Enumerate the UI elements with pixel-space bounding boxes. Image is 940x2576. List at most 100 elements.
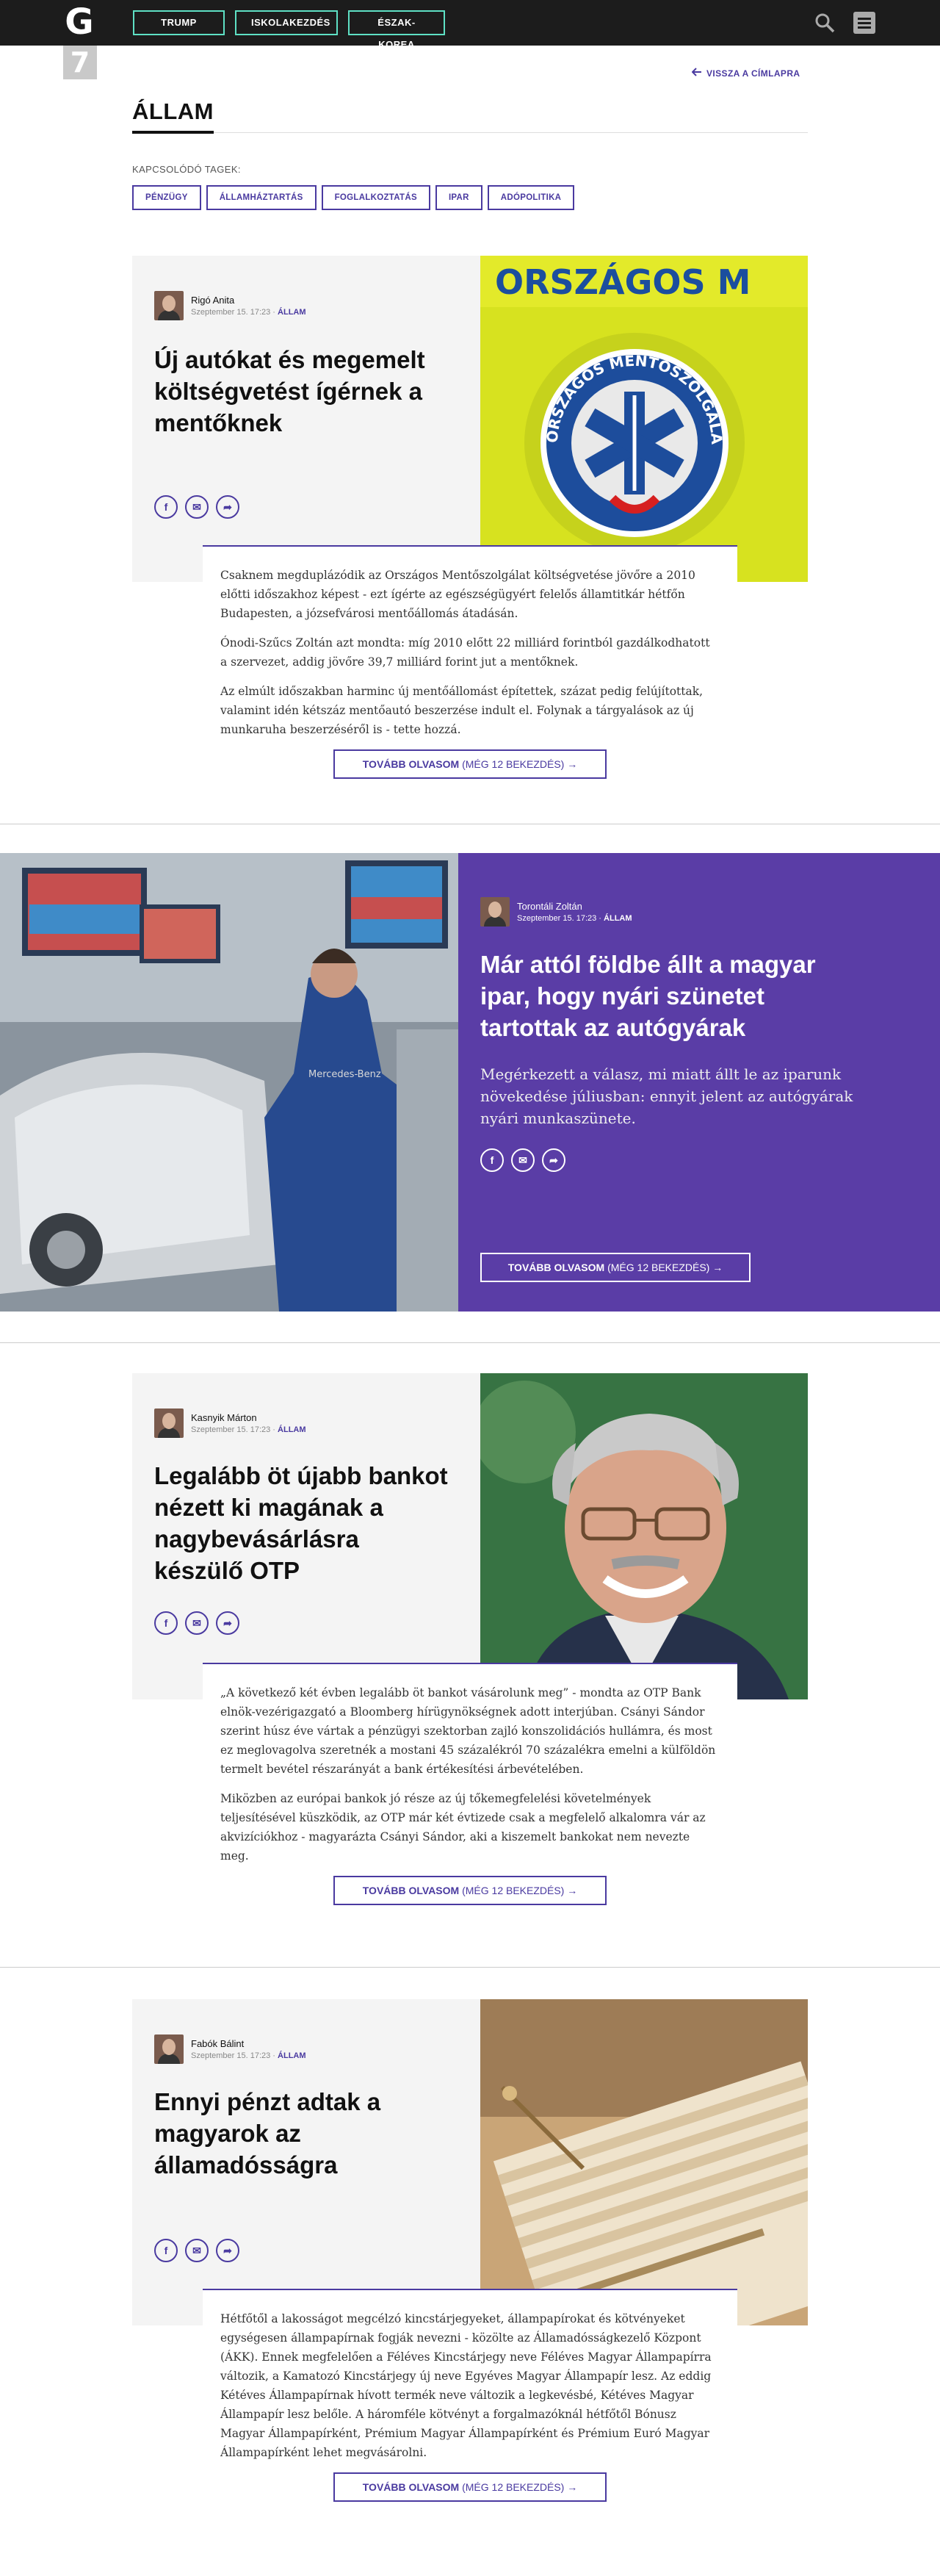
email-icon[interactable]: ✉ <box>185 1611 209 1635</box>
article-date: Szeptember 15. 17:23 <box>191 308 271 317</box>
share-icon[interactable]: ➦ <box>216 1611 239 1635</box>
article-category[interactable]: ÁLLAM <box>278 2051 306 2060</box>
author-name[interactable]: Fabók Bálint <box>191 2038 306 2049</box>
share-buttons: f ✉ ➦ <box>154 2239 239 2262</box>
back-to-home-link[interactable]: VISSZA A CÍMLAPRA <box>691 68 800 79</box>
tag-adopolitika[interactable]: ADÓPOLITIKA <box>487 185 575 210</box>
nav-tag-trump[interactable]: TRUMP <box>133 10 225 35</box>
excerpt-paragraph: Ónodi-Szűcs Zoltán azt mondta: míg 2010 … <box>220 636 710 669</box>
search-icon[interactable] <box>814 12 836 34</box>
site-logo[interactable]: G <box>63 4 95 40</box>
avatar[interactable] <box>154 2034 184 2064</box>
article-category[interactable]: ÁLLAM <box>278 308 306 317</box>
ambulance-text: ORSZÁGOS M <box>495 262 751 302</box>
article-panel: Kasnyik Márton Szeptember 15. 17:23 · ÁL… <box>132 1373 480 1699</box>
article-panel: Fabók Bálint Szeptember 15. 17:23 · ÁLLA… <box>132 1999 480 2325</box>
featured-article-card: Mercedes-Benz Torontáli Zoltán Szeptembe… <box>0 853 940 1312</box>
excerpt-paragraph: Csaknem megduplázódik az Országos Mentős… <box>220 569 695 620</box>
page-title: ÁLLAM <box>132 98 214 134</box>
back-link-label: VISSZA A CÍMLAPRA <box>706 68 800 79</box>
article-headline[interactable]: Legalább öt újabb bankot nézett ki magán… <box>154 1460 448 1586</box>
share-buttons: f ✉ ➦ <box>154 1611 239 1635</box>
avatar[interactable] <box>154 1408 184 1438</box>
byline: Torontáli Zoltán Szeptember 15. 17:23 · … <box>480 897 632 927</box>
author-name[interactable]: Kasnyik Márton <box>191 1412 306 1423</box>
article-card: Rigó Anita Szeptember 15. 17:23 · ÁLLAM … <box>0 256 940 795</box>
arrow-right-icon: → <box>712 1262 723 1273</box>
article-card: Fabók Bálint Szeptember 15. 17:23 · ÁLLA… <box>0 1999 940 2576</box>
share-buttons: f ✉ ➦ <box>154 495 239 519</box>
arrow-right-icon: → <box>567 1885 578 1896</box>
article-divider <box>0 1342 940 1343</box>
article-meta: Szeptember 15. 17:23 · ÁLLAM <box>191 1425 306 1434</box>
nav-tag-iskolakezdes[interactable]: ISKOLAKEZDÉS <box>235 10 338 35</box>
article-panel: Rigó Anita Szeptember 15. 17:23 · ÁLLAM … <box>132 256 480 582</box>
read-more-label: TOVÁBB OLVASOM <box>362 1885 460 1896</box>
read-more-button[interactable]: TOVÁBB OLVASOM (MÉG 12 BEKEZDÉS) → <box>333 1876 607 1905</box>
arrow-left-icon <box>691 68 702 79</box>
arrow-right-icon: → <box>567 2481 578 2493</box>
title-divider <box>132 132 808 133</box>
avatar[interactable] <box>154 291 184 320</box>
article-image-bonds[interactable] <box>480 1999 808 2325</box>
facebook-icon[interactable]: f <box>154 1611 178 1635</box>
article-date: Szeptember 15. 17:23 <box>191 1425 271 1434</box>
email-icon[interactable]: ✉ <box>511 1148 535 1172</box>
article-meta: Szeptember 15. 17:23 · ÁLLAM <box>191 2051 306 2060</box>
facebook-icon[interactable]: f <box>480 1148 504 1172</box>
read-more-label: TOVÁBB OLVASOM <box>362 2481 460 2493</box>
article-excerpt: Hétfőtől a lakosságot megcélzó kincstárj… <box>203 2289 737 2502</box>
featured-article-panel: Torontáli Zoltán Szeptember 15. 17:23 · … <box>458 853 940 1312</box>
facebook-icon[interactable]: f <box>154 2239 178 2262</box>
facebook-icon[interactable]: f <box>154 495 178 519</box>
article-headline[interactable]: Ennyi pénzt adtak a magyarok az államadó… <box>154 2086 448 2181</box>
email-icon[interactable]: ✉ <box>185 2239 209 2262</box>
tag-allamhaztartas[interactable]: ÁLLAMHÁZTARTÁS <box>206 185 317 210</box>
article-category[interactable]: ÁLLAM <box>604 914 632 923</box>
article-image-portrait[interactable] <box>480 1373 808 1699</box>
read-more-label: TOVÁBB OLVASOM <box>362 758 460 770</box>
tag-foglalkoztatas[interactable]: FOGLALKOZTATÁS <box>321 185 430 210</box>
article-headline[interactable]: Új autókat és megemelt költségvetést ígé… <box>154 344 448 439</box>
email-icon[interactable]: ✉ <box>185 495 209 519</box>
menu-icon[interactable] <box>853 12 875 34</box>
article-excerpt: Csaknem megduplázódik az Országos Mentős… <box>203 545 737 779</box>
related-tags-label: KAPCSOLÓDÓ TAGEK: <box>132 164 241 175</box>
read-more-label: TOVÁBB OLVASOM <box>507 1262 605 1273</box>
read-more-count: (MÉG 12 BEKEZDÉS) <box>604 1262 710 1273</box>
author-name[interactable]: Rigó Anita <box>191 295 306 306</box>
byline: Kasnyik Márton Szeptember 15. 17:23 · ÁL… <box>154 1408 306 1438</box>
tag-penzugy[interactable]: PÉNZÜGY <box>132 185 201 210</box>
worker-shirt-text: Mercedes-Benz <box>308 1069 381 1080</box>
arrow-right-icon: → <box>567 758 578 770</box>
share-icon[interactable]: ➦ <box>216 495 239 519</box>
article-meta: Szeptember 15. 17:23 · ÁLLAM <box>517 914 632 923</box>
article-meta: Szeptember 15. 17:23 · ÁLLAM <box>191 308 306 317</box>
read-more-count: (MÉG 12 BEKEZDÉS) <box>459 2481 565 2493</box>
article-excerpt: „A következő két évben legalább öt banko… <box>203 1663 737 1905</box>
article-lead: Megérkezett a válasz, mi miatt állt le a… <box>480 1065 853 1127</box>
article-divider <box>0 1967 940 1968</box>
article-category[interactable]: ÁLLAM <box>278 1425 306 1434</box>
share-buttons: f ✉ ➦ <box>480 1148 565 1172</box>
tag-ipar[interactable]: IPAR <box>435 185 482 210</box>
excerpt-paragraph: Az elmúlt időszakban harminc új mentőáll… <box>220 685 704 736</box>
avatar[interactable] <box>480 897 510 927</box>
nav-tag-eszak-korea[interactable]: ÉSZAK-KOREA <box>348 10 445 50</box>
trending-tags: TRUMP ISKOLAKEZDÉS ÉSZAK-KOREA <box>133 10 445 50</box>
top-bar: G TRUMP ISKOLAKEZDÉS ÉSZAK-KOREA <box>0 0 940 50</box>
article-image-car-factory[interactable]: Mercedes-Benz <box>0 853 458 1312</box>
share-icon[interactable]: ➦ <box>216 2239 239 2262</box>
read-more-count: (MÉG 12 BEKEZDÉS) <box>459 758 565 770</box>
article-headline[interactable]: Már attól földbe állt a magyar ipar, hog… <box>480 949 862 1043</box>
read-more-button[interactable]: TOVÁBB OLVASOM (MÉG 12 BEKEZDÉS) → <box>480 1253 751 1282</box>
excerpt-paragraph: „A következő két évben legalább öt banko… <box>220 1686 716 1776</box>
share-icon[interactable]: ➦ <box>542 1148 565 1172</box>
article-image-ambulance[interactable]: ORSZÁGOS M ORSZÁGOS MENTŐSZOLGÁLAT <box>480 256 808 582</box>
day-badge: 7 <box>63 46 97 79</box>
read-more-button[interactable]: TOVÁBB OLVASOM (MÉG 12 BEKEZDÉS) → <box>333 749 607 779</box>
read-more-count: (MÉG 12 BEKEZDÉS) <box>459 1885 565 1896</box>
article-date: Szeptember 15. 17:23 <box>191 2051 271 2060</box>
read-more-button[interactable]: TOVÁBB OLVASOM (MÉG 12 BEKEZDÉS) → <box>333 2472 607 2502</box>
author-name[interactable]: Torontáli Zoltán <box>517 901 632 912</box>
